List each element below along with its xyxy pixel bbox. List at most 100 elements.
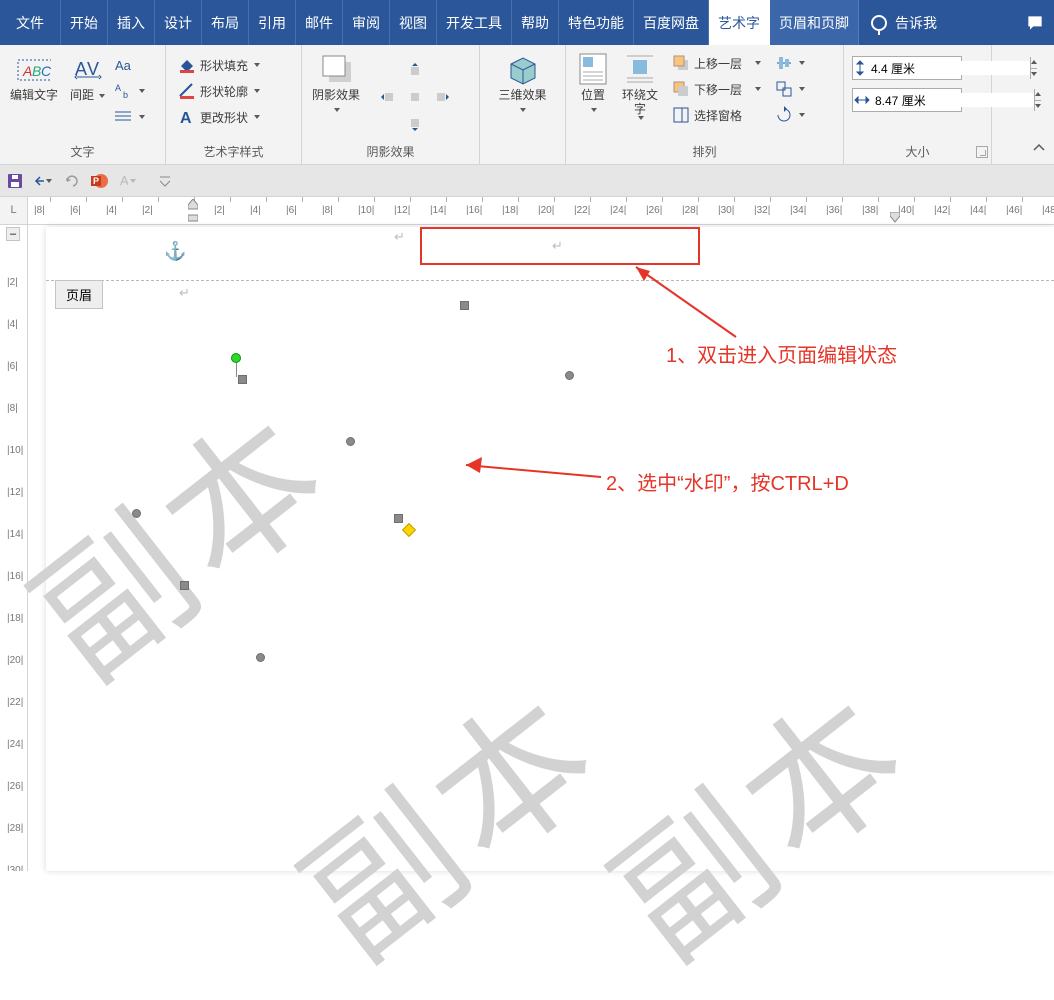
header-footer-divider (46, 280, 1054, 281)
return-mark-icon: ↵ (179, 285, 190, 301)
resize-handle[interactable] (394, 514, 403, 523)
svg-text:V: V (87, 59, 99, 79)
menu-references[interactable]: 引用 (249, 0, 296, 45)
selection-pane-button[interactable]: 选择窗格 (668, 102, 765, 128)
annotation-text-1: 1、双击进入页面编辑状态 (666, 339, 897, 368)
svg-text:A: A (75, 59, 87, 79)
tell-me-label: 告诉我 (895, 13, 937, 33)
nudge-center-button[interactable] (402, 84, 428, 110)
menu-design[interactable]: 设计 (155, 0, 202, 45)
width-up[interactable] (1035, 89, 1041, 101)
nudge-up-button[interactable] (402, 56, 428, 82)
save-button[interactable] (6, 172, 24, 190)
menu-devtools[interactable]: 开发工具 (437, 0, 512, 45)
vertical-text-button[interactable]: Ab (111, 78, 149, 104)
group-3d-label (480, 142, 565, 164)
menu-file[interactable]: 文件 (0, 0, 61, 45)
bulb-icon (871, 15, 887, 31)
height-icon (853, 59, 867, 77)
resize-handle[interactable] (238, 375, 247, 384)
rotate-objects-button[interactable] (771, 102, 809, 128)
align-icon (115, 110, 133, 124)
menu-insert[interactable]: 插入 (108, 0, 155, 45)
height-down[interactable] (1031, 69, 1037, 80)
nudge-left-button[interactable] (374, 84, 400, 110)
resize-handle[interactable] (132, 509, 141, 518)
resize-handle[interactable] (180, 581, 189, 590)
menu-wordart[interactable]: 艺术字 (709, 0, 770, 45)
undo-button[interactable] (34, 172, 52, 190)
resize-handle[interactable] (460, 301, 469, 310)
svg-text:A: A (115, 83, 121, 93)
resize-handle[interactable] (565, 371, 574, 380)
header-tag: 页眉 (55, 280, 103, 309)
menu-baidu[interactable]: 百度网盘 (634, 0, 709, 45)
horizontal-ruler[interactable]: |8||6||4||2||2||4||6||8||10||12||14||16|… (28, 197, 1054, 225)
width-down[interactable] (1035, 101, 1041, 112)
spacing-button[interactable]: AV 间距 (64, 50, 111, 104)
qat-customize[interactable] (156, 172, 174, 190)
svg-text:Aa: Aa (115, 58, 132, 73)
watermark-text[interactable]: 副本 (0, 351, 369, 719)
collapse-margin-button[interactable]: – (6, 227, 20, 241)
height-up[interactable] (1031, 57, 1037, 69)
nudge-right-button[interactable] (430, 84, 456, 110)
rotate-handle[interactable] (231, 353, 241, 363)
redo-button[interactable] (62, 172, 80, 190)
send-backward-button[interactable]: 下移一层 (668, 76, 765, 102)
tell-me[interactable]: 告诉我 (859, 0, 949, 45)
rotate-icon (775, 106, 793, 124)
vertical-text-icon: Ab (115, 82, 133, 100)
change-shape-button[interactable]: A更改形状 (174, 104, 264, 130)
width-input[interactable] (852, 88, 962, 112)
svg-text:C: C (41, 63, 51, 79)
menu-help[interactable]: 帮助 (512, 0, 559, 45)
bring-forward-button[interactable]: 上移一层 (668, 50, 765, 76)
powerpoint-button[interactable]: P (90, 172, 108, 190)
wrap-icon (625, 52, 655, 86)
annotation-text-2: 2、选中“水印”，按CTRL+D (606, 467, 849, 496)
shadow-effect-button[interactable]: 阴影效果 (306, 50, 366, 118)
edit-text-button[interactable]: ABC 编辑文字 (4, 50, 64, 104)
font-toggle-icon: Aa (115, 56, 133, 74)
menu-mailings[interactable]: 邮件 (296, 0, 343, 45)
fill-icon (178, 56, 196, 74)
align-obj-icon (775, 54, 793, 72)
width-value[interactable] (871, 93, 1034, 107)
vertical-ruler[interactable]: |2||4||6||8||10||12||14||16||18||20||22|… (0, 225, 28, 871)
edit-text-icon: ABC (17, 54, 51, 84)
menu-view[interactable]: 视图 (390, 0, 437, 45)
group-objects-button[interactable] (771, 76, 809, 102)
resize-handle[interactable] (256, 653, 265, 662)
document-page[interactable]: ⚓ ↵ ↵ ↵ 页眉 副本 副本 副本 1、双击进入页面编辑状态 2、选中“水印… (46, 227, 1054, 871)
resize-handle[interactable] (346, 437, 355, 446)
menu-home[interactable]: 开始 (61, 0, 108, 45)
menu-review[interactable]: 审阅 (343, 0, 390, 45)
svg-text:A: A (22, 63, 32, 79)
height-input[interactable] (852, 56, 962, 80)
menu-header-footer[interactable]: 页眉和页脚 (770, 0, 859, 45)
font-color-button[interactable]: A (118, 172, 136, 190)
svg-text:P: P (93, 176, 99, 186)
align-objects-button[interactable] (771, 50, 809, 76)
nudge-down-button[interactable] (402, 112, 428, 138)
collapse-ribbon-button[interactable] (1032, 141, 1046, 160)
menu-features[interactable]: 特色功能 (559, 0, 634, 45)
watermark-text: 副本 (563, 631, 949, 999)
menu-layout[interactable]: 布局 (202, 0, 249, 45)
size-launcher[interactable] (976, 146, 988, 158)
return-mark-icon: ↵ (394, 229, 405, 245)
shape-outline-button[interactable]: 形状轮廓 (174, 78, 264, 104)
height-value[interactable] (867, 61, 1030, 75)
group-size-label: 大小 (844, 142, 991, 164)
three-d-icon (505, 52, 539, 86)
comments-button[interactable] (1016, 0, 1054, 45)
wrap-text-button[interactable]: 环绕文 字 (616, 50, 664, 122)
shape-fill-button[interactable]: 形状填充 (174, 52, 264, 78)
three-d-button[interactable]: 三维效果 (492, 50, 552, 118)
align-button[interactable] (111, 104, 149, 130)
position-button[interactable]: 位置 (570, 50, 616, 118)
adjust-handle[interactable] (402, 523, 416, 537)
font-height-button[interactable]: Aa (111, 52, 149, 78)
shadow-icon (319, 52, 353, 86)
